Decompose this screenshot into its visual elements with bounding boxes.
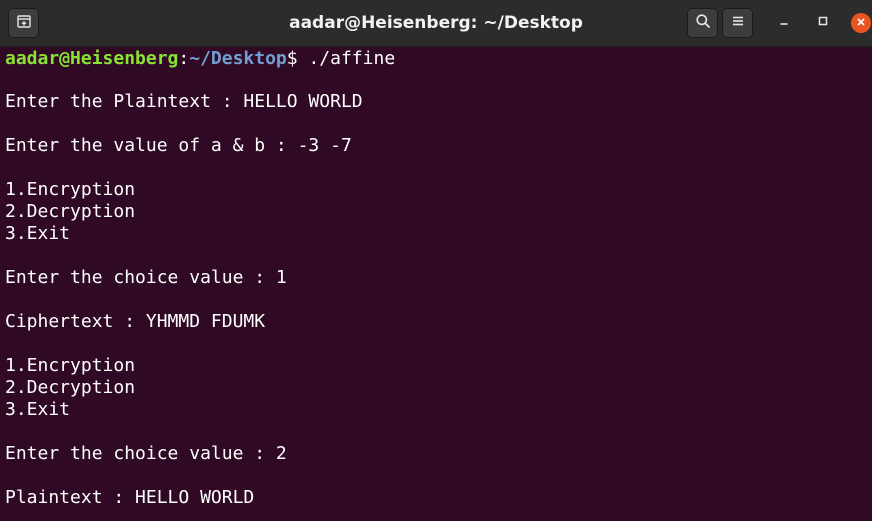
maximize-icon <box>817 14 829 32</box>
output-line: 1.Encryption <box>5 355 136 376</box>
prompt-command: ./affine <box>297 48 396 69</box>
output-line: Plaintext : HELLO WORLD <box>5 487 255 508</box>
prompt-line: aadar@Heisenberg:~/Desktop$ ./affine <box>5 48 395 70</box>
output-line: 1.Encryption <box>5 179 136 200</box>
new-tab-icon <box>16 13 32 34</box>
menu-button[interactable] <box>722 8 753 38</box>
output-line: Enter the choice value : 1 <box>5 267 287 288</box>
minimize-icon <box>778 14 790 32</box>
output-line: 2.Decryption <box>5 201 136 222</box>
output-line: Enter the choice value : 2 <box>5 443 287 464</box>
close-icon <box>856 14 866 32</box>
output-line: 3.Exit <box>5 223 71 244</box>
maximize-button[interactable] <box>812 12 834 34</box>
new-tab-button[interactable] <box>8 8 39 38</box>
search-button[interactable] <box>687 8 718 38</box>
prompt-user-host: aadar@Heisenberg <box>5 48 179 69</box>
hamburger-menu-icon <box>731 14 745 33</box>
title-bar[interactable]: aadar@Heisenberg: ~/Desktop <box>0 0 872 47</box>
close-button[interactable] <box>850 12 872 34</box>
prompt-symbol: $ <box>286 48 298 69</box>
output-line: Enter the value of a & b : -3 -7 <box>5 135 352 156</box>
output-line: Ciphertext : YHMMD FDUMK <box>5 311 266 332</box>
prompt-path: ~/Desktop <box>189 48 287 69</box>
output-line: Enter the Plaintext : HELLO WORLD <box>5 91 363 112</box>
terminal-window: aadar@Heisenberg: ~/Desktop aadar@Heisen… <box>0 0 872 521</box>
terminal-area[interactable]: aadar@Heisenberg:~/Desktop$ ./affine Ent… <box>0 47 872 521</box>
output-line: 2.Decryption <box>5 377 136 398</box>
prompt-colon: : <box>178 48 190 69</box>
minimize-button[interactable] <box>773 12 795 34</box>
output-line: 3.Exit <box>5 399 71 420</box>
search-icon <box>695 13 711 34</box>
